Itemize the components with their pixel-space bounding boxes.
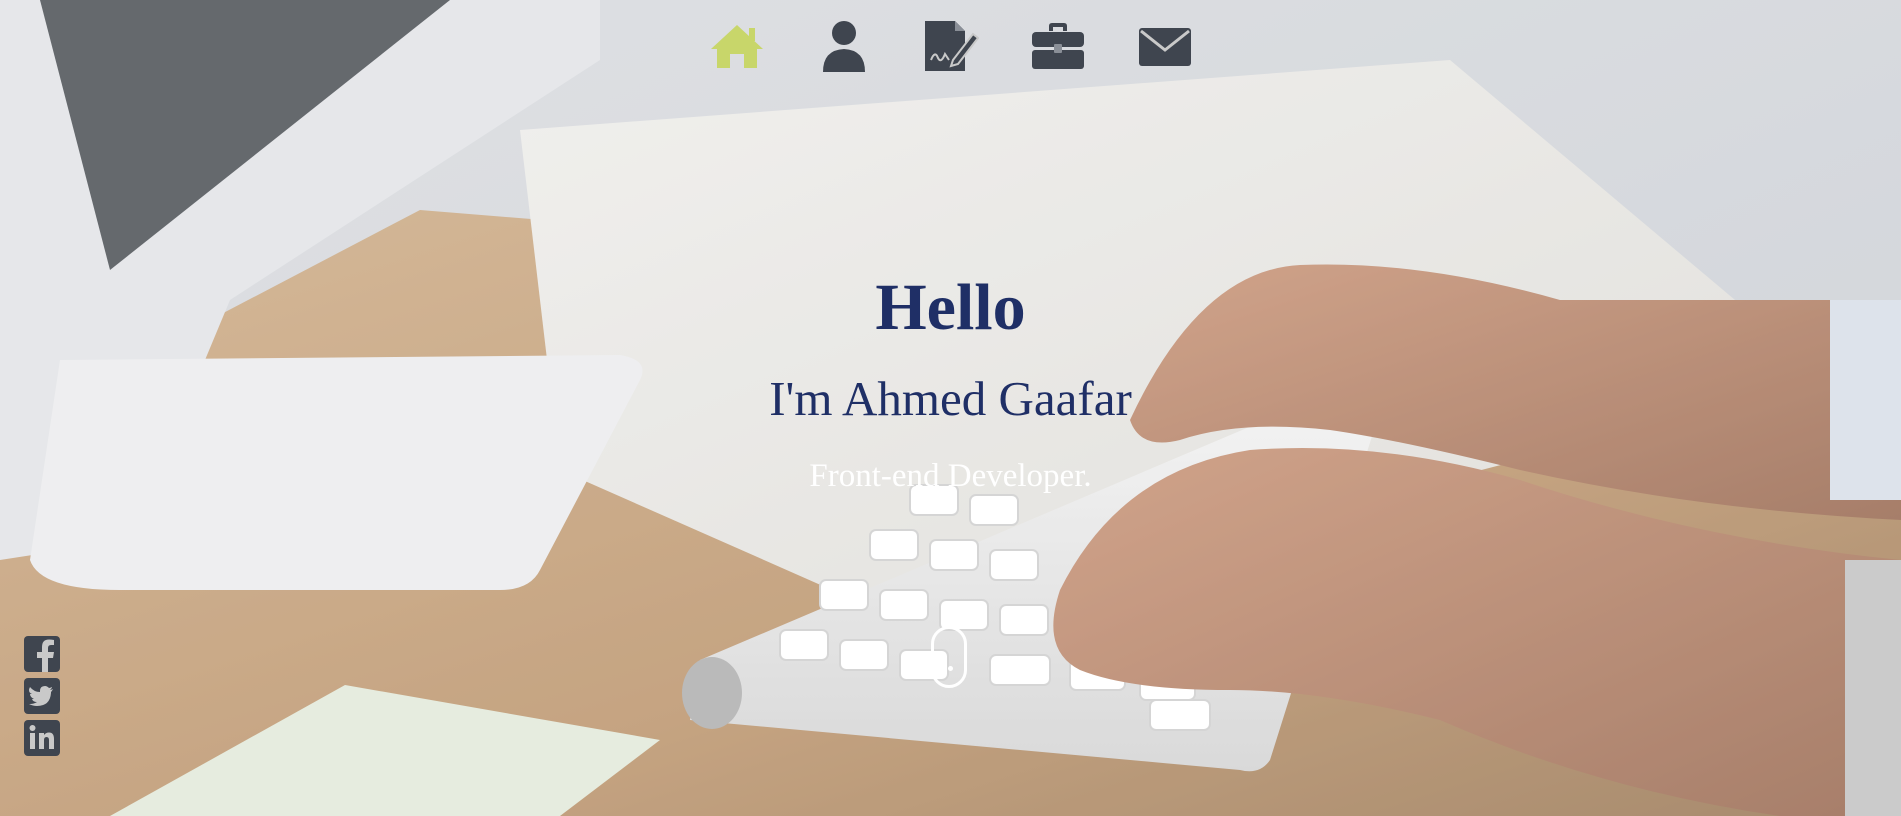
nav-resume[interactable] [897, 18, 1004, 74]
social-links [24, 636, 60, 756]
user-icon [821, 20, 867, 72]
nav-portfolio[interactable] [1004, 18, 1111, 74]
mouse-wheel-dot [948, 666, 953, 671]
linkedin-icon [24, 720, 60, 756]
nav-home[interactable] [683, 18, 790, 74]
home-icon [709, 22, 765, 70]
nav-contact[interactable] [1111, 18, 1218, 74]
twitter-icon [24, 678, 60, 714]
briefcase-icon [1031, 23, 1084, 69]
social-facebook[interactable] [24, 636, 60, 672]
top-nav [0, 18, 1901, 74]
hero-greeting: Hello [875, 271, 1026, 344]
nav-about[interactable] [790, 18, 897, 74]
facebook-icon [24, 636, 60, 672]
mouse-scroll-icon[interactable] [931, 626, 967, 688]
hero-role: Front-end Developer. [809, 458, 1092, 494]
social-twitter[interactable] [24, 678, 60, 714]
resume-icon [923, 20, 979, 72]
envelope-icon [1138, 26, 1191, 66]
social-linkedin[interactable] [24, 720, 60, 756]
hero-section: Hello I'm Ahmed Gaafar Front-end Develop… [0, 0, 1901, 816]
hero-name: I'm Ahmed Gaafar [769, 371, 1132, 426]
